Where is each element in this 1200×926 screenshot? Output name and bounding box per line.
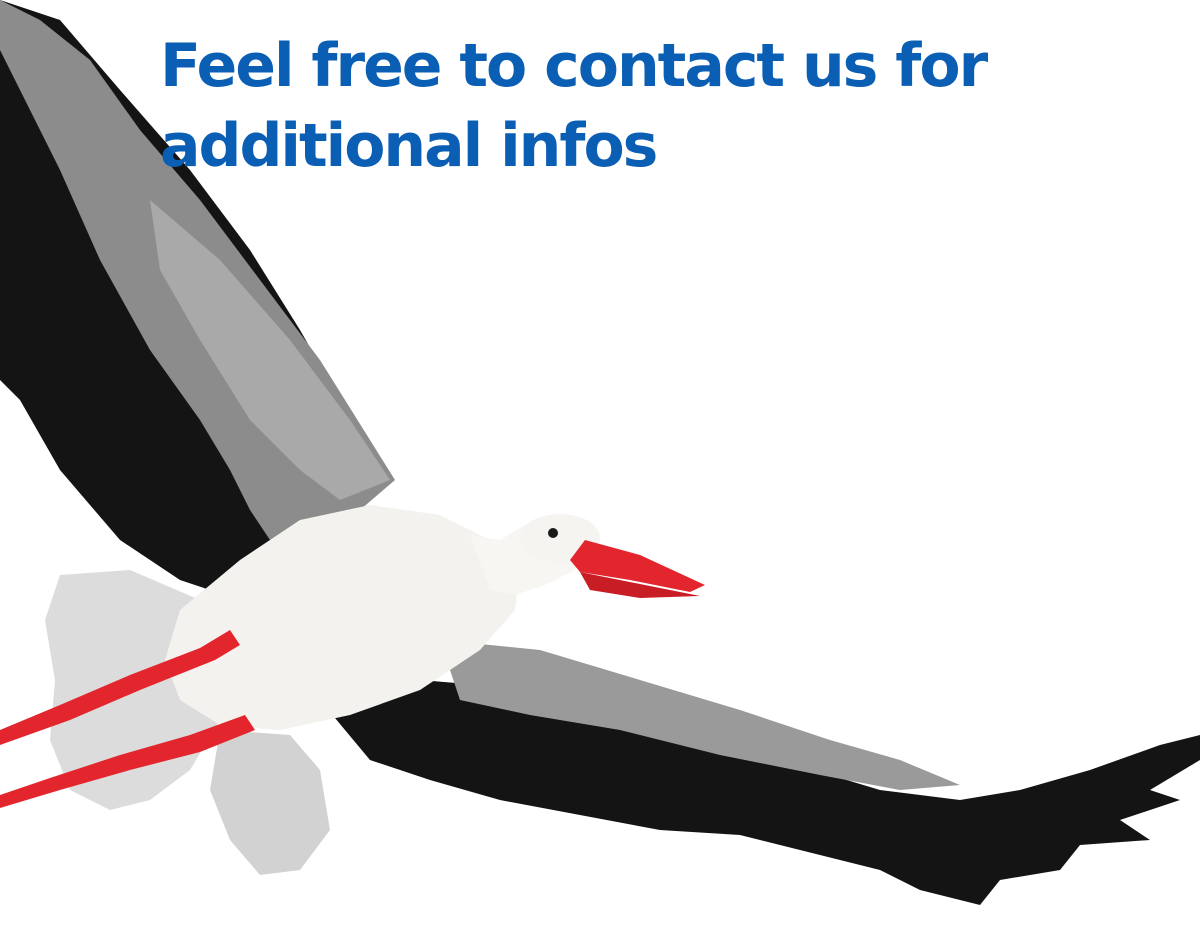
lower-wing-black [320,680,1200,905]
page-title: Feel free to contact us for additional i… [160,31,988,181]
lower-tail-feathers [210,730,330,875]
stork-eye [548,528,558,538]
page: Feel free to contact us for additional i… [0,0,1200,926]
